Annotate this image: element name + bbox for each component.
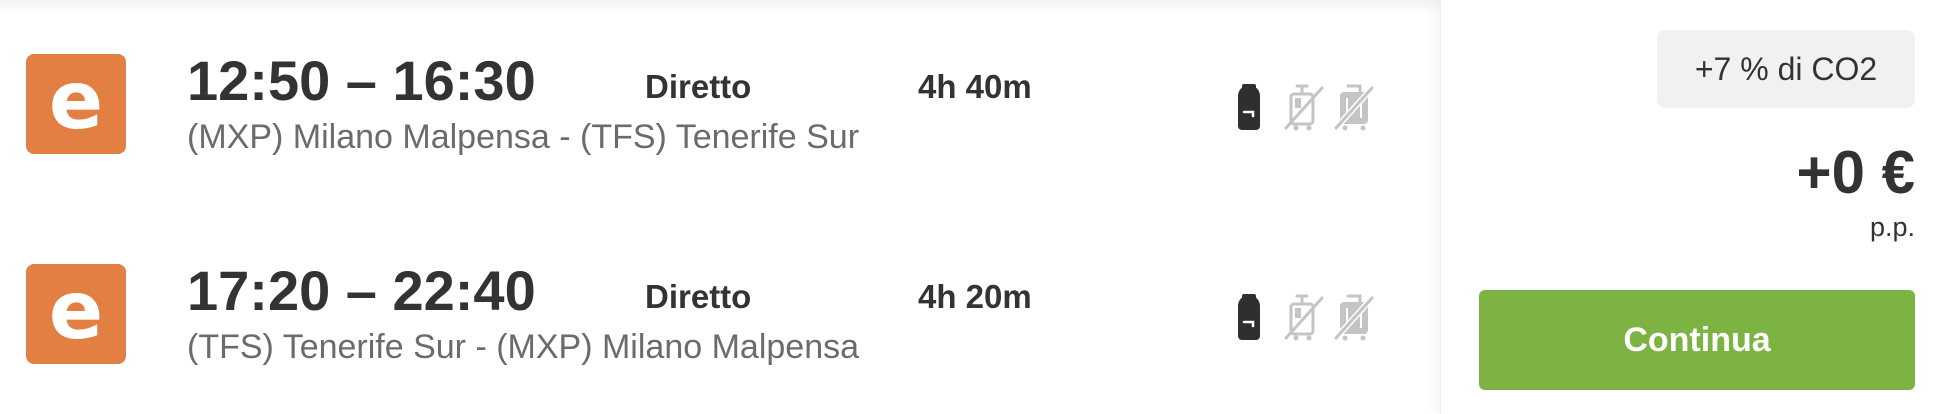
backpack-icon [1238,294,1260,340]
cabin-trolley-crossed-icon [1284,84,1324,131]
airline-logo: e [26,54,126,154]
flight-list: e 12:50 – 16:30 (MXP) Milano Malpensa - … [0,0,1440,414]
flight-route: (TFS) Tenerife Sur - (MXP) Milano Malpen… [187,328,860,366]
airline-logo: e [26,264,126,364]
flight-stops: Diretto [645,68,752,105]
price-amount: +0 € [1796,139,1915,206]
continue-button[interactable]: Continua [1479,290,1915,390]
flight-stops: Diretto [645,278,752,315]
co2-badge: +7 % di CO2 [1657,30,1915,108]
flight-duration: 4h 20m [918,278,1032,315]
checked-bag-crossed-icon [1333,294,1375,341]
flight-duration: 4h 40m [918,68,1032,105]
cabin-trolley-crossed-icon [1284,294,1324,341]
flight-times: 17:20 – 22:40 [187,259,536,322]
flight-route: (MXP) Milano Malpensa - (TFS) Tenerife S… [187,118,860,156]
flight-row-return[interactable]: e 17:20 – 22:40 (TFS) Tenerife Sur - (MX… [0,250,1440,380]
checked-bag-crossed-icon [1333,84,1375,131]
backpack-icon [1238,84,1260,130]
flight-row-outbound[interactable]: e 12:50 – 16:30 (MXP) Milano Malpensa - … [0,40,1440,170]
price-panel: +7 % di CO2 +0 € p.p. Continua [1440,0,1938,414]
flight-times: 12:50 – 16:30 [187,49,536,112]
per-person-label: p.p. [1869,212,1915,242]
